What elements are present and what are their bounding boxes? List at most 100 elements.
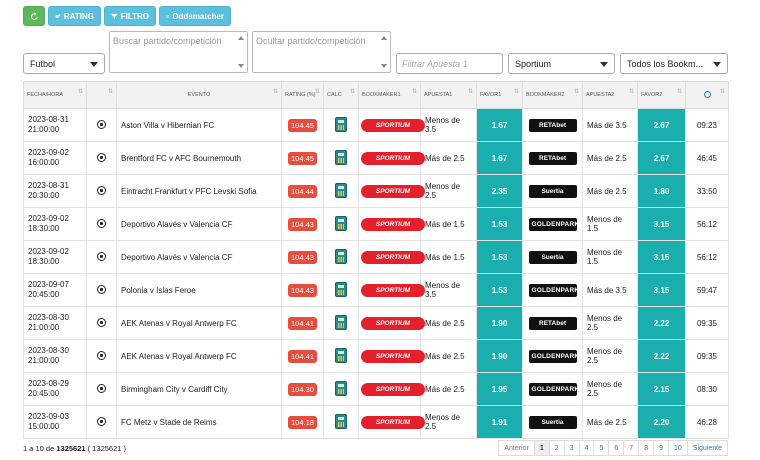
calculator-icon[interactable] [335,281,347,297]
bookmaker2-cell[interactable]: Suertia [522,405,583,439]
col-header-rating[interactable]: RATING (%) ⇅ [281,81,324,109]
bookmaker2-logo[interactable]: RETAbet [528,118,577,132]
bookmaker1-cell[interactable]: SPORTIUM [358,273,425,307]
calc-cell[interactable] [323,372,359,406]
oddsmatcher-button[interactable]: Oddsmatcher [159,6,231,26]
hide-match-textarea[interactable]: Ocultar partido/competición [252,31,391,73]
bookmaker1-logo[interactable]: SPORTIUM [361,415,425,429]
event-cell[interactable]: Eintracht Frankfurt v PFC Levski Sofia [116,174,282,208]
pagination-page-9[interactable]: 9 [653,440,669,456]
bookmaker2-cell[interactable]: GOLDENPARK [522,372,583,406]
bookmaker1-logo[interactable]: SPORTIUM [361,349,425,363]
bookmaker1-cell[interactable]: SPORTIUM [358,372,425,406]
scroll-up-icon[interactable] [381,36,387,40]
col-header-bookmaker1[interactable]: BOOKMAKER1 ⇅ [358,81,421,109]
rating-button[interactable]: RATING [48,6,101,26]
table-row[interactable]: 2023-09-02 18:30:00 Deportivo Alavés v Va… [23,207,729,241]
event-cell[interactable]: FC Metz v Stade de Reims [116,405,282,439]
col-header-evento[interactable]: EVENTO ⇅ [116,81,282,109]
bookmaker1-logo[interactable]: SPORTIUM [361,316,425,330]
bookmaker1-logo[interactable]: SPORTIUM [361,283,425,297]
sport-select[interactable]: Futbol [23,53,105,74]
col-header-apuesta1[interactable]: APUESTA1 ⇅ [420,81,477,109]
bookmaker1-logo[interactable]: SPORTIUM [361,151,425,165]
bookmaker2-logo[interactable]: GOLDENPARK [528,283,579,297]
calculator-icon[interactable] [335,380,347,396]
bookmaker2-logo[interactable]: GOLDENPARK [528,217,579,231]
table-row[interactable]: 2023-09-02 18:30:00 Deportivo Alavés v Va… [23,240,729,274]
bookmaker2-cell[interactable]: RETAbet [522,141,583,175]
bookmaker1-cell[interactable]: SPORTIUM [358,240,425,274]
table-row[interactable]: 2023-08-29 20:45:00 Birmingham City v Car… [23,372,729,406]
calc-cell[interactable] [323,339,359,373]
search-match-textarea[interactable]: Buscar partido/competición [109,31,248,73]
bookmaker1-logo[interactable]: SPORTIUM [361,118,425,132]
bookmaker1-cell[interactable]: SPORTIUM [358,339,425,373]
bookmaker1-cell[interactable]: SPORTIUM [358,207,425,241]
bookmaker2-cell[interactable]: RETAbet [522,108,583,142]
bookmaker2-logo[interactable]: Suertia [528,415,577,429]
bookmaker2-cell[interactable]: Suertia [522,240,583,274]
pagination-page-7[interactable]: 7 [623,440,640,456]
calculator-icon[interactable] [335,149,347,165]
bookmaker1-cell[interactable]: SPORTIUM [358,405,425,439]
bookmaker2-cell[interactable]: GOLDENPARK [522,339,583,373]
pagination-page-1[interactable]: 1 [533,440,550,456]
event-cell[interactable]: Brentford FC v AFC Bournemouth [116,141,282,175]
table-row[interactable]: 2023-09-03 15:00:00 FC Metz v Stade de Re… [23,405,729,439]
col-header-apuesta2[interactable]: APUESTA2 ⇅ [582,81,638,109]
pagination-page-3[interactable]: 3 [563,440,580,456]
col-header-bookmaker2[interactable]: BOOKMAKER2 ⇅ [522,81,583,109]
table-row[interactable]: 2023-09-07 20:45:00 Polonia v Islas Feroe… [23,273,729,307]
calc-cell[interactable] [323,240,359,274]
table-row[interactable]: 2023-08-30 21:00:00 AEK Atenas v Royal An… [23,339,729,373]
calc-cell[interactable] [323,174,359,208]
bookmaker1-cell[interactable]: SPORTIUM [358,141,425,175]
bookmaker1-logo[interactable]: SPORTIUM [361,184,425,198]
bookmaker1-logo[interactable]: SPORTIUM [361,217,425,231]
event-cell[interactable]: Deportivo Alavés v Valencia CF [116,240,282,274]
bookmaker-select[interactable]: Sportium [508,53,615,74]
calc-cell[interactable] [323,306,359,340]
calc-cell[interactable] [323,207,359,241]
event-cell[interactable]: Polonia v Islas Feroe [116,273,282,307]
event-cell[interactable]: Aston Villa v Hibernian FC [116,108,282,142]
bookmaker2-cell[interactable]: Suertia [522,174,583,208]
bookmaker1-cell[interactable]: SPORTIUM [358,174,425,208]
all-bookmakers-select[interactable]: Todos los Bookm... [620,53,728,74]
event-cell[interactable]: Birmingham City v Cardiff City [116,372,282,406]
pagination-page-6[interactable]: 6 [608,440,625,456]
bookmaker2-logo[interactable]: Suertia [528,184,577,198]
pagination-page-4[interactable]: 4 [578,440,595,456]
pagination-next[interactable]: Siguiente [686,440,728,456]
calc-cell[interactable] [323,108,359,142]
calculator-icon[interactable] [335,413,347,429]
bookmaker2-cell[interactable]: RETAbet [522,306,583,340]
calculator-icon[interactable] [335,116,347,132]
calculator-icon[interactable] [335,182,347,198]
calc-cell[interactable] [323,405,359,439]
bookmaker2-logo[interactable]: RETAbet [528,151,577,165]
col-header-favor2[interactable]: FAVOR2 ⇅ [637,81,686,109]
bet-filter-input[interactable]: Filtrar Apuesta 1 [396,53,503,74]
calculator-icon[interactable] [335,248,347,264]
table-row[interactable]: 2023-08-31 21:00:00 Aston Villa v Hiberni… [23,108,729,142]
bookmaker1-cell[interactable]: SPORTIUM [358,306,425,340]
table-row[interactable]: 2023-08-30 21:00:00 AEK Atenas v Royal An… [23,306,729,340]
event-cell[interactable]: Deportivo Alavés v Valencia CF [116,207,282,241]
calc-cell[interactable] [323,141,359,175]
bookmaker1-cell[interactable]: SPORTIUM [358,108,425,142]
bookmaker2-cell[interactable]: GOLDENPARK [522,207,583,241]
pagination-prev[interactable]: Anterior [498,440,535,456]
bookmaker2-cell[interactable]: GOLDENPARK [522,273,583,307]
col-header-calc[interactable]: CALC ⇅ [323,81,359,109]
pagination-page-10[interactable]: 10 [668,440,688,456]
bookmaker1-logo[interactable]: SPORTIUM [361,250,425,264]
bookmaker2-logo[interactable]: Suertia [528,250,577,264]
table-row[interactable]: 2023-08-31 20:30:00 Eintracht Frankfurt v… [23,174,729,208]
col-header-favor1[interactable]: FAVOR1 ⇅ [476,81,523,109]
calculator-icon[interactable] [335,314,347,330]
event-cell[interactable]: AEK Atenas v Royal Antwerp FC [116,339,282,373]
calculator-icon[interactable] [335,215,347,231]
col-header-sport[interactable]: ⇅ [86,81,117,109]
